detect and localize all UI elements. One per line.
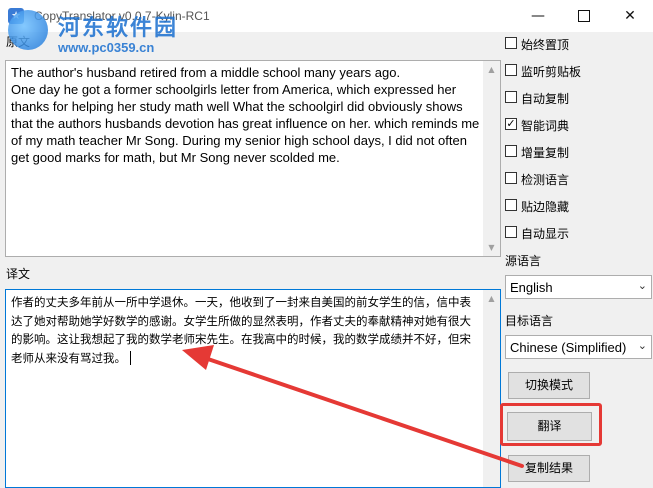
arrow-shaft xyxy=(203,356,524,468)
annotation-arrow xyxy=(182,345,524,468)
arrow-head xyxy=(182,345,214,370)
